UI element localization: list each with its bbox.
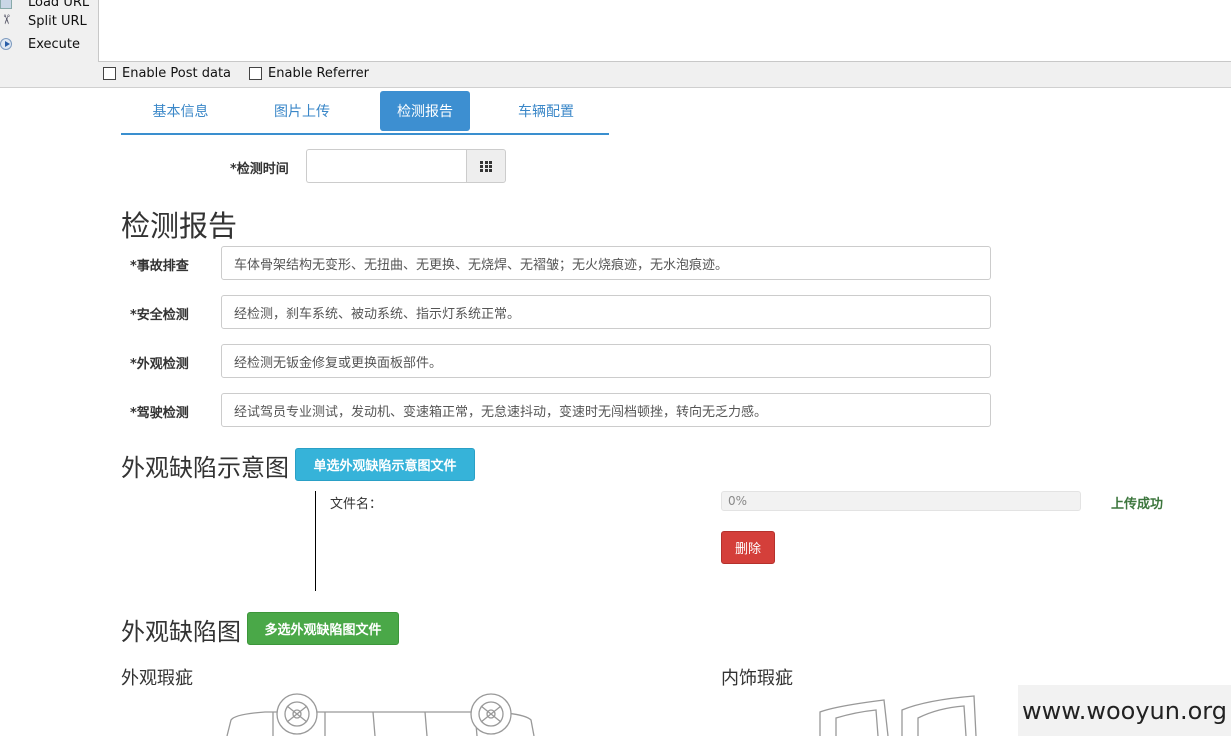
upload-progress-bar: 0%: [721, 491, 1081, 511]
tab-vehicle-config[interactable]: 车辆配置: [487, 91, 605, 131]
execute-icon: [0, 38, 12, 50]
enable-post-checkbox[interactable]: Enable Post data: [103, 66, 231, 81]
accident-check-input[interactable]: 车体骨架结构无变形、无扭曲、无更换、无烧焊、无褶皱；无火烧痕迹，无水泡痕迹。: [221, 246, 991, 280]
calendar-icon: [480, 160, 492, 172]
checkbox-box[interactable]: [249, 67, 263, 80]
split-url-button[interactable]: Split URL: [0, 11, 98, 31]
car-exterior-diagram[interactable]: [225, 690, 535, 736]
interior-flaws-label: 内饰瑕疵: [721, 668, 793, 689]
split-url-label: Split URL: [28, 13, 87, 29]
execute-label: Execute: [28, 36, 80, 52]
appearance-check-input[interactable]: 经检测无钣金修复或更换面板部件。: [221, 344, 991, 378]
car-interior-diagram[interactable]: [816, 694, 986, 736]
inspection-time-input[interactable]: [306, 149, 467, 183]
hackbar-toolbar: Load URL Split URL Execute Enable Post d…: [0, 0, 1231, 88]
hackbar-options: Enable Post data Enable Referrer: [103, 66, 387, 81]
load-url-label: Load URL: [28, 0, 90, 10]
enable-referrer-label: Enable Referrer: [268, 66, 369, 81]
delete-button[interactable]: 删除: [721, 531, 775, 564]
enable-referrer-checkbox[interactable]: Enable Referrer: [249, 66, 369, 81]
safety-check-input[interactable]: 经检测，刹车系统、被动系统、指示灯系统正常。: [221, 295, 991, 329]
inspection-time-label: *检测时间: [230, 162, 289, 177]
appearance-check-label: *外观检测: [130, 357, 189, 372]
tab-inspection-report[interactable]: 检测报告: [380, 91, 470, 131]
hackbar-side-menu: Load URL Split URL Execute: [0, 0, 98, 62]
execute-button[interactable]: Execute: [0, 34, 98, 54]
tab-basic-info[interactable]: 基本信息: [121, 91, 240, 131]
diagram-preview-divider: [315, 491, 316, 591]
driving-check-input[interactable]: 经试驾员专业测试，发动机、变速箱正常，无怠速抖动，变速时无闯档顿挫，转向无乏力感…: [221, 393, 991, 427]
tab-bar: 基本信息 图片上传 检测报告 车辆配置: [121, 91, 609, 135]
tab-image-upload[interactable]: 图片上传: [243, 91, 361, 131]
load-url-icon: [0, 0, 12, 9]
url-textarea[interactable]: [98, 0, 1231, 62]
safety-check-label: *安全检测: [130, 308, 189, 323]
upload-status: 上传成功: [1111, 497, 1164, 512]
upload-progress-text: 0%: [728, 494, 748, 508]
select-defect-files-button[interactable]: 多选外观缺陷图文件: [247, 612, 399, 645]
calendar-button[interactable]: [466, 149, 506, 183]
checkbox-box[interactable]: [103, 67, 116, 80]
driving-check-label: *驾驶检测: [130, 406, 189, 421]
accident-check-label: *事故排查: [130, 259, 189, 274]
defect-images-heading: 外观缺陷图: [121, 618, 241, 646]
report-heading: 检测报告: [121, 209, 238, 243]
file-name-label: 文件名：: [330, 497, 383, 512]
watermark: www.wooyun.org: [1018, 685, 1231, 736]
defect-diagram-heading: 外观缺陷示意图: [121, 454, 289, 482]
scissors-icon: [0, 14, 12, 28]
exterior-flaws-label: 外观瑕疵: [121, 668, 193, 689]
enable-post-label: Enable Post data: [122, 66, 232, 81]
select-diagram-file-button[interactable]: 单选外观缺陷示意图文件: [295, 448, 475, 481]
